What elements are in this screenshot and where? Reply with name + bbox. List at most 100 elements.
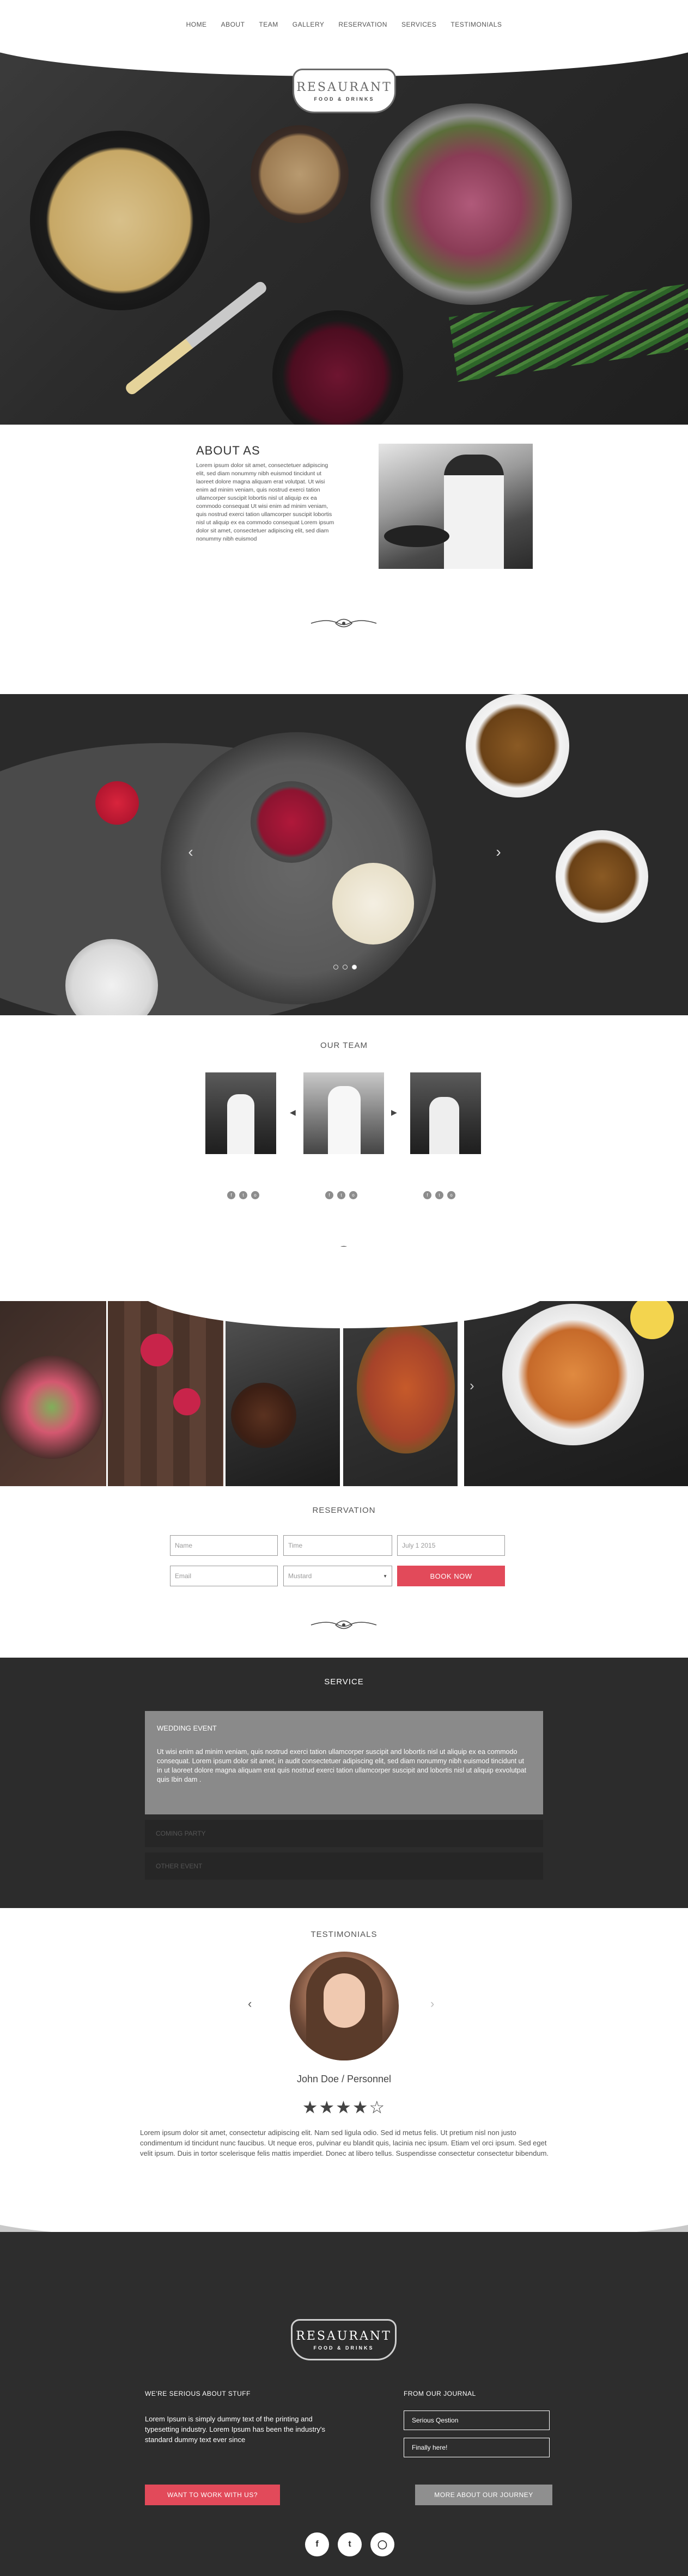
- twitter-icon[interactable]: t: [338, 2532, 362, 2556]
- instagram-icon[interactable]: o: [349, 1191, 357, 1199]
- gallery-tile-radish[interactable]: [108, 1301, 223, 1486]
- accordion-body: Ut wisi enim ad minim veniam, quis nostr…: [157, 1748, 527, 1783]
- journal-link-2[interactable]: Finally here!: [404, 2438, 550, 2457]
- twitter-icon[interactable]: t: [239, 1191, 247, 1199]
- twitter-icon[interactable]: t: [435, 1191, 443, 1199]
- facebook-icon[interactable]: f: [227, 1191, 235, 1199]
- footer-left-text: Lorem Ipsum is simply dummy text of the …: [145, 2415, 326, 2444]
- slider-dot-3[interactable]: [352, 965, 357, 970]
- nav-home[interactable]: HOME: [186, 21, 207, 28]
- stew-image: [231, 1383, 296, 1448]
- nav-reservation[interactable]: RESERVATION: [338, 21, 387, 28]
- about-text: Lorem ipsum dolor sit amet, consectetuer…: [196, 462, 334, 542]
- twitter-icon[interactable]: t: [337, 1191, 345, 1199]
- dessert-slider: ‹ ›: [0, 694, 688, 1015]
- service-section: SERVICE WEDDING EVENT Ut wisi enim ad mi…: [0, 1658, 688, 1908]
- nav-gallery[interactable]: GALLERY: [293, 21, 325, 28]
- page: HOME ABOUT TEAM GALLERY RESERVATION SERV…: [0, 0, 688, 2576]
- nuts-bowl-image: [251, 125, 349, 223]
- book-now-button[interactable]: BOOK NOW: [397, 1566, 505, 1586]
- gallery-strip: ›: [0, 1247, 688, 1486]
- team-next-arrow[interactable]: ▶: [391, 1108, 397, 1117]
- gallery-tile-pasta[interactable]: ›: [464, 1301, 688, 1486]
- star-filled-icon: ★: [352, 2097, 369, 2117]
- footer-left-heading: WE'RE SERIOUS ABOUT STUFF: [145, 2390, 251, 2397]
- pizza-image: [357, 1323, 455, 1453]
- facebook-icon[interactable]: f: [423, 1191, 431, 1199]
- accordion-other-event[interactable]: OTHER EVENT: [145, 1853, 543, 1880]
- testimonial-prev-arrow[interactable]: ‹: [248, 1997, 252, 2011]
- about-title: ABOUT AS: [196, 444, 260, 457]
- team-social-2: f t o: [325, 1191, 357, 1199]
- radish-image: [141, 1334, 173, 1366]
- chef-figure: [444, 455, 504, 569]
- gallery-tile-pizza[interactable]: [343, 1301, 458, 1486]
- berry-jam-image: [251, 781, 332, 863]
- footer-right-heading: FROM OUR JOURNAL: [404, 2390, 476, 2397]
- salad-plate-image: [370, 103, 572, 305]
- slider-dot-1[interactable]: [333, 965, 338, 970]
- footer-brand-logo[interactable]: RESAURANT FOOD & DRINKS: [291, 2319, 397, 2360]
- salad-bowl-image: [0, 1356, 103, 1459]
- star-filled-icon: ★: [319, 2097, 336, 2117]
- team-prev-arrow[interactable]: ◀: [290, 1108, 296, 1117]
- radish-image: [173, 1388, 200, 1415]
- instagram-icon[interactable]: ◯: [370, 2532, 394, 2556]
- coffee-cup-top-image: [466, 694, 569, 798]
- work-with-us-button[interactable]: WANT TO WORK WITH US?: [145, 2485, 280, 2505]
- cream-image: [332, 863, 414, 944]
- slider-prev-arrow[interactable]: ‹: [180, 841, 202, 863]
- hero: RESAURANT FOOD & DRINKS: [0, 49, 688, 425]
- testimonial-next-arrow[interactable]: ›: [430, 1997, 434, 2011]
- avatar-face: [324, 1973, 365, 2028]
- slider-next-arrow[interactable]: ›: [488, 841, 509, 863]
- slider-dot-2[interactable]: [343, 965, 348, 970]
- nav-team[interactable]: TEAM: [259, 21, 278, 28]
- ornament-divider: [310, 1620, 377, 1629]
- accordion-heading: WEDDING EVENT: [157, 1724, 217, 1732]
- accordion-coming-party[interactable]: COMING PARTY: [145, 1820, 543, 1847]
- instagram-icon[interactable]: o: [251, 1191, 259, 1199]
- team-title: OUR TEAM: [320, 1041, 368, 1050]
- chevron-down-icon: ▼: [383, 1573, 387, 1579]
- testimonial-author: John Doe / Personnel: [296, 2074, 392, 2084]
- footer: RESAURANT FOOD & DRINKS WE'RE SERIOUS AB…: [0, 2232, 688, 2576]
- journal-link-1[interactable]: Serious Qestion: [404, 2411, 550, 2430]
- team-social-1: f t o: [227, 1191, 259, 1199]
- testimonial-avatar: [290, 1952, 399, 2060]
- facebook-icon[interactable]: f: [305, 2532, 329, 2556]
- nav-about[interactable]: ABOUT: [221, 21, 245, 28]
- star-filled-icon: ★: [302, 2097, 319, 2117]
- instagram-icon[interactable]: o: [447, 1191, 455, 1199]
- brand-name: RESAURANT: [296, 80, 392, 94]
- gallery-tile-stew[interactable]: [226, 1301, 340, 1486]
- strawberry-image: [95, 781, 139, 825]
- nav-services[interactable]: SERVICES: [401, 21, 436, 28]
- chef-figure-3: [429, 1097, 459, 1154]
- reservation-name-field[interactable]: Name: [170, 1535, 278, 1556]
- chef-figure-2: [328, 1086, 361, 1154]
- coffee-cup-right-image: [556, 830, 648, 923]
- our-journey-button[interactable]: MORE ABOUT OUR JOURNEY: [415, 2485, 552, 2505]
- slider-dots: [333, 965, 357, 970]
- service-title: SERVICE: [324, 1677, 364, 1686]
- team-member-photo-1[interactable]: [205, 1072, 276, 1154]
- chef-photo: [379, 444, 533, 569]
- reservation-time-field[interactable]: Time: [283, 1535, 392, 1556]
- gallery-next-arrow[interactable]: ›: [470, 1377, 474, 1394]
- brand-logo[interactable]: RESAURANT FOOD & DRINKS: [293, 69, 396, 113]
- gallery-tile-salad[interactable]: [0, 1301, 106, 1486]
- footer-brand-tagline: FOOD & DRINKS: [313, 2345, 374, 2351]
- team-member-photo-3[interactable]: [410, 1072, 481, 1154]
- nav-testimonials[interactable]: TESTIMONIALS: [450, 21, 502, 28]
- team-member-photo-2[interactable]: [303, 1072, 384, 1154]
- reservation-select[interactable]: Mustard ▼: [283, 1566, 392, 1586]
- brand-tagline: FOOD & DRINKS: [314, 96, 375, 102]
- accordion-wedding-event[interactable]: WEDDING EVENT Ut wisi enim ad minim veni…: [145, 1711, 543, 1814]
- star-filled-icon: ★: [336, 2097, 352, 2117]
- reservation-date-field[interactable]: July 1 2015: [397, 1535, 505, 1556]
- reservation-email-field[interactable]: Email: [170, 1566, 278, 1586]
- testimonial-rating: ★★★★☆: [0, 2097, 688, 2118]
- footer-brand-name: RESAURANT: [296, 2329, 392, 2343]
- facebook-icon[interactable]: f: [325, 1191, 333, 1199]
